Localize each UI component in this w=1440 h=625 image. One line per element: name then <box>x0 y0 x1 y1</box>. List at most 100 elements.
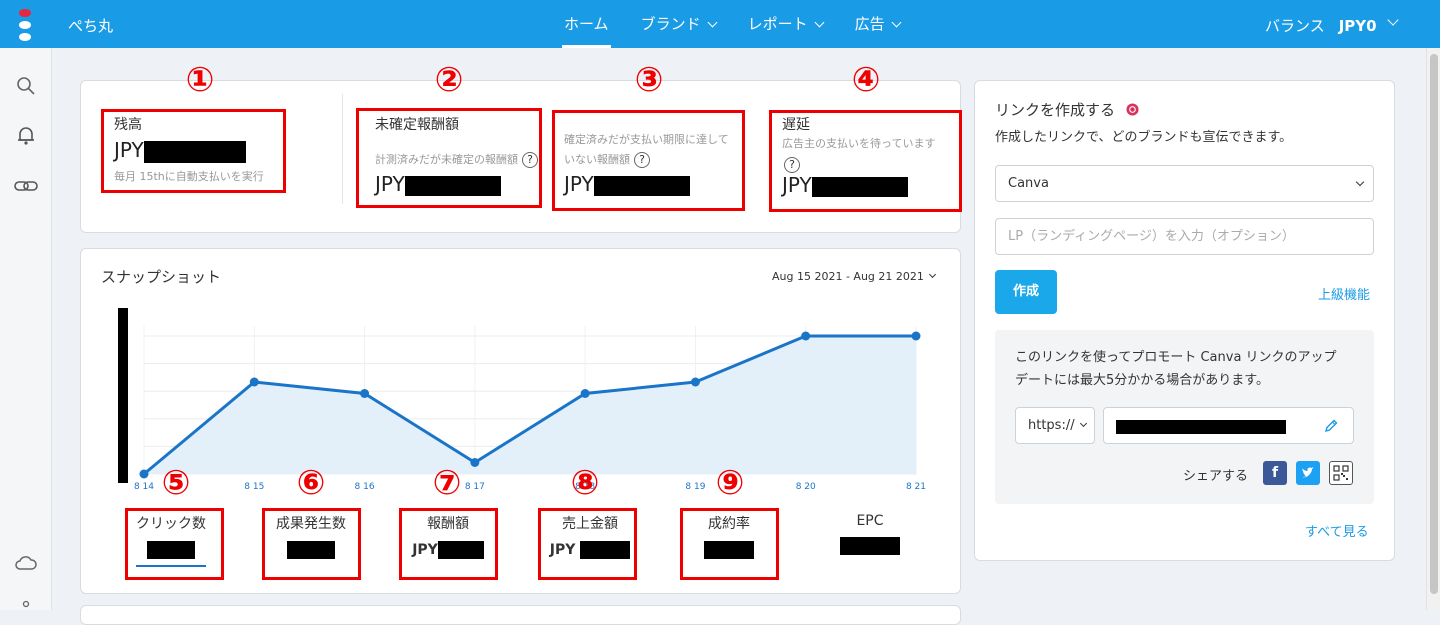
redacted-value <box>1116 420 1286 434</box>
bell-icon[interactable] <box>14 123 38 147</box>
x-tick-label: 8 19 <box>685 482 705 492</box>
help-icon[interactable]: ? <box>634 152 650 168</box>
active-stat-underline <box>136 565 206 567</box>
brand-select[interactable]: Canva <box>995 165 1374 202</box>
search-icon[interactable] <box>14 74 38 98</box>
create-button[interactable]: 作成 <box>995 270 1057 314</box>
chart-point[interactable] <box>249 377 259 387</box>
chart-point[interactable] <box>470 458 480 467</box>
nav-ads[interactable]: 広告 <box>839 0 916 48</box>
stat-sales-label: 売上金額 <box>562 516 618 532</box>
link-icon[interactable] <box>14 174 38 198</box>
help-icon[interactable]: ? <box>522 152 538 168</box>
nav-brand-label: ブランド <box>640 15 701 33</box>
x-tick-label: 8 16 <box>355 482 375 492</box>
stat-commission-value: JPY <box>412 542 438 558</box>
redacted-value <box>811 176 908 197</box>
pencil-icon[interactable] <box>1323 418 1339 434</box>
annotation-number-7: ⑦ <box>432 463 462 503</box>
see-all-link[interactable]: すべて見る <box>1305 521 1369 540</box>
locked-metric-value: JPY <box>564 172 729 196</box>
x-tick-label: 8 21 <box>906 482 926 492</box>
snapshot-title: スナップショット <box>101 268 222 286</box>
nav-brand[interactable]: ブランド <box>625 0 732 48</box>
create-link-title: リンクを作成する <box>995 99 1139 120</box>
locked-metric-note-2: いない報酬額 <box>564 153 630 166</box>
annotation-number-6: ⑥ <box>296 463 326 503</box>
lp-input[interactable]: LP（ランディングページ）を入力（オプション） <box>995 218 1374 255</box>
stat-conversions-label: 成果発生数 <box>276 516 346 532</box>
stat-conversions[interactable]: 成果発生数 <box>266 513 356 559</box>
pending-currency: JPY <box>375 172 405 196</box>
locked-currency: JPY <box>564 172 594 196</box>
chart-area <box>144 336 916 474</box>
advanced-link[interactable]: 上級機能 <box>1318 284 1370 303</box>
cloud-icon[interactable] <box>14 551 38 575</box>
chart-point[interactable] <box>360 389 370 398</box>
chart-point[interactable] <box>911 331 921 341</box>
stat-commission[interactable]: 報酬額 JPY <box>403 513 493 559</box>
balance-value: JPY0 <box>1338 17 1377 35</box>
protocol-select-value: https:// <box>1028 418 1075 433</box>
snapshot-chart: 8 14 8 15 8 16 8 17 8 18 8 19 8 20 8 21 <box>118 308 926 492</box>
nav-report[interactable]: レポート <box>732 0 839 48</box>
help-icon[interactable]: ? <box>784 156 800 173</box>
redacted-value <box>147 541 195 559</box>
facebook-icon[interactable]: f <box>1263 461 1287 485</box>
delayed-metric-label: 遅延 <box>782 117 810 133</box>
pending-metric: 未確定報酬額 計測済みだが未確定の報酬額? JPY <box>375 114 538 196</box>
chart-point[interactable] <box>801 331 811 341</box>
stat-sales[interactable]: 売上金額 JPY <box>542 513 638 559</box>
x-tick-label: 8 15 <box>244 482 264 492</box>
redacted-value <box>704 541 754 559</box>
promo-text-2: デートには最大5分かかる場合があります。 <box>1015 373 1269 388</box>
nav-report-label: レポート <box>747 15 808 33</box>
balance-menu[interactable]: バランス JPY0 <box>1265 15 1377 36</box>
chevron-down-icon <box>707 17 718 28</box>
annotation-number-2: ② <box>434 60 464 100</box>
twitter-icon[interactable] <box>1296 461 1320 485</box>
stat-epc-label: EPC <box>856 513 884 529</box>
balance-metric-value: JPY <box>114 138 264 163</box>
protocol-select[interactable]: https:// <box>1015 407 1095 444</box>
generated-link-field[interactable] <box>1103 407 1354 444</box>
redacted-value <box>580 541 631 559</box>
chevron-down-icon <box>1355 177 1365 187</box>
nav-ads-label: 広告 <box>854 15 885 33</box>
annotation-number-1: ① <box>185 60 215 100</box>
scrollbar-thumb[interactable] <box>1430 54 1438 594</box>
account-name: ぺち丸 <box>68 17 114 35</box>
status-dot-icon <box>22 600 30 608</box>
delayed-metric: 遅延 広告主の支払いを待っています ? JPY <box>782 114 935 197</box>
redacted-value <box>287 541 335 559</box>
balance-metric: 残高 JPY 毎月 15thに自動支払いを実行 <box>114 114 264 187</box>
canva-logo-icon <box>1126 103 1139 116</box>
chevron-down-icon <box>814 17 825 28</box>
chevron-down-icon <box>1079 419 1088 428</box>
date-range-picker[interactable]: Aug 15 2021 - Aug 21 2021 <box>772 270 936 283</box>
chart-point[interactable] <box>139 469 149 479</box>
chevron-down-icon <box>891 17 902 28</box>
stat-conversion-rate[interactable]: 成約率 <box>684 513 774 559</box>
next-card <box>80 605 961 625</box>
chart-point[interactable] <box>690 377 700 387</box>
chart-point[interactable] <box>580 389 590 398</box>
annotation-number-4: ④ <box>851 60 881 100</box>
stat-clicks-label: クリック数 <box>136 516 206 532</box>
stat-epc[interactable]: EPC <box>825 513 915 555</box>
x-tick-label: 8 20 <box>796 482 816 492</box>
chevron-down-icon[interactable] <box>1387 14 1399 26</box>
balance-currency: JPY <box>114 138 144 162</box>
delayed-metric-note: 広告主の支払いを待っています <box>782 137 936 150</box>
left-sidebar <box>0 48 52 610</box>
main-nav: ホーム ブランド レポート 広告 <box>548 0 916 48</box>
delayed-currency: JPY <box>782 173 812 197</box>
nav-home[interactable]: ホーム <box>548 0 625 48</box>
stat-clicks[interactable]: クリック数 <box>130 513 212 567</box>
pending-metric-value: JPY <box>375 172 538 196</box>
app-logo[interactable] <box>17 9 33 41</box>
balance-label: バランス <box>1265 17 1325 35</box>
qr-code-icon[interactable] <box>1329 461 1353 485</box>
locked-metric: 確定済みだが支払い期限に達して いない報酬額? JPY <box>564 130 729 196</box>
scrollbar[interactable] <box>1426 48 1440 610</box>
